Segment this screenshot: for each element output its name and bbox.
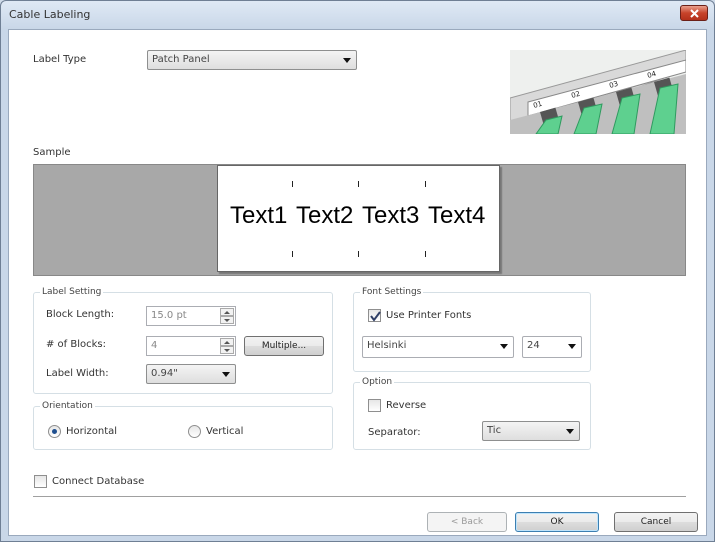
font-size-select[interactable]: 24 — [522, 336, 582, 358]
close-icon — [690, 9, 699, 18]
label-width-label: Label Width: — [46, 368, 109, 379]
sample-label: Sample — [33, 147, 71, 158]
block-tick — [358, 251, 359, 257]
block-tick — [292, 251, 293, 257]
separator-value: Tic — [487, 425, 502, 436]
chevron-down-icon — [222, 372, 230, 377]
num-blocks-spinner[interactable]: 4 — [146, 336, 236, 356]
separator-label: Separator: — [368, 427, 421, 438]
close-button[interactable] — [680, 5, 708, 21]
block-length-value: 15.0 pt — [151, 310, 187, 321]
sample-label-preview: Text1 Text2 Text3 Text4 — [217, 165, 500, 272]
title-bar[interactable]: Cable Labeling — [1, 1, 714, 29]
multiple-button[interactable]: Multiple... — [244, 336, 324, 356]
font-value: Helsinki — [367, 340, 407, 351]
label-type-value: Patch Panel — [152, 54, 210, 65]
block-tick — [358, 181, 359, 187]
font-settings-title: Font Settings — [360, 287, 424, 297]
window-title: Cable Labeling — [9, 8, 91, 21]
spin-up-button[interactable] — [220, 338, 234, 346]
use-printer-fonts-label: Use Printer Fonts — [386, 310, 472, 321]
connect-database-label: Connect Database — [52, 476, 145, 487]
font-settings-group: Font Settings Use Printer Fonts Helsinki… — [353, 287, 591, 372]
patch-panel-preview-image: 01 02 03 04 — [510, 50, 686, 134]
label-width-select[interactable]: 0.94" — [146, 364, 236, 384]
label-type-label: Label Type — [33, 54, 87, 65]
spin-up-button[interactable] — [220, 308, 234, 316]
ok-button[interactable]: OK — [515, 512, 599, 532]
orientation-group: Orientation Horizontal Vertical — [33, 401, 333, 450]
chevron-down-icon — [568, 344, 576, 349]
sample-text-1: Text1 — [230, 202, 288, 229]
chevron-down-icon — [343, 58, 351, 63]
divider — [33, 496, 686, 497]
sample-text-2: Text2 — [296, 202, 354, 229]
label-width-value: 0.94" — [151, 368, 178, 379]
cable-labeling-dialog: Cable Labeling Label Type Patch Panel 01… — [0, 0, 715, 542]
dialog-body: Label Type Patch Panel 01 02 03 04 Sampl… — [8, 29, 707, 536]
sample-text-4: Text4 — [428, 202, 486, 229]
reverse-checkbox[interactable] — [368, 399, 381, 412]
cancel-button[interactable]: Cancel — [614, 512, 698, 532]
orientation-title: Orientation — [40, 401, 95, 411]
spin-down-button[interactable] — [220, 316, 234, 324]
orientation-horizontal-radio[interactable] — [48, 425, 61, 438]
orientation-vertical-radio[interactable] — [188, 425, 201, 438]
orientation-vertical-label: Vertical — [206, 426, 244, 437]
reverse-label: Reverse — [386, 400, 427, 411]
option-title: Option — [360, 377, 395, 387]
orientation-horizontal-label: Horizontal — [66, 426, 118, 437]
label-setting-group: Label Setting Block Length: 15.0 pt # of… — [33, 287, 333, 394]
option-group: Option Reverse Separator: Tic — [353, 377, 591, 450]
block-tick — [425, 251, 426, 257]
chevron-down-icon — [566, 429, 574, 434]
chevron-down-icon — [500, 344, 508, 349]
sample-preview-area: Text1 Text2 Text3 Text4 — [33, 164, 686, 276]
block-length-spinner[interactable]: 15.0 pt — [146, 306, 236, 326]
label-setting-title: Label Setting — [40, 287, 104, 297]
block-tick — [425, 181, 426, 187]
num-blocks-value: 4 — [151, 340, 158, 351]
connect-database-checkbox[interactable] — [34, 475, 47, 488]
font-size-value: 24 — [527, 340, 540, 351]
num-blocks-label: # of Blocks: — [46, 339, 106, 350]
label-type-select[interactable]: Patch Panel — [147, 50, 357, 70]
separator-select[interactable]: Tic — [482, 421, 580, 441]
sample-text-3: Text3 — [362, 202, 420, 229]
patch-panel-illustration: 01 02 03 04 — [510, 50, 686, 134]
use-printer-fonts-checkbox[interactable] — [368, 309, 381, 322]
block-tick — [292, 181, 293, 187]
block-length-label: Block Length: — [46, 309, 115, 320]
font-select[interactable]: Helsinki — [362, 336, 514, 358]
checkmark-icon — [370, 311, 381, 322]
spin-down-button[interactable] — [220, 346, 234, 354]
back-button[interactable]: < Back — [427, 512, 507, 532]
